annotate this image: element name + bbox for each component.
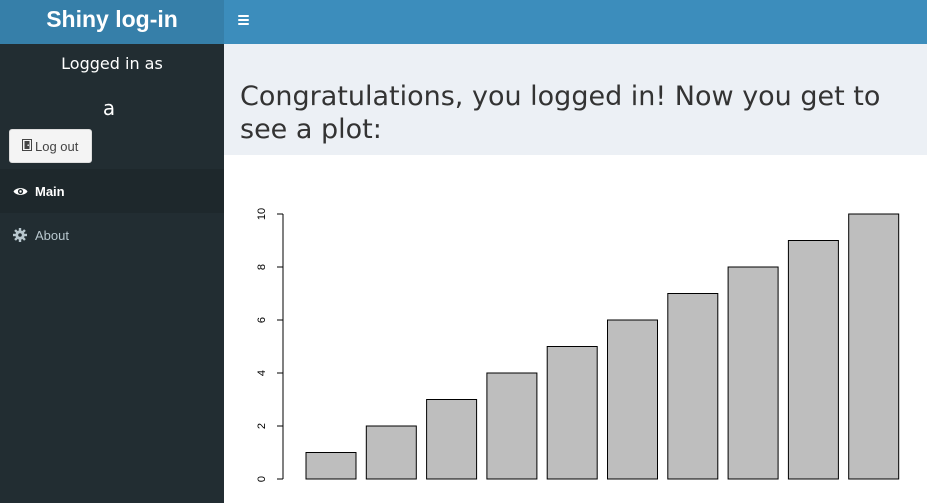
bar-1 bbox=[305, 452, 357, 480]
sidebar-item-label: Main bbox=[35, 183, 65, 199]
y-tick-label: 2 bbox=[256, 423, 268, 429]
bar-7 bbox=[667, 293, 719, 480]
gear-icon bbox=[12, 227, 28, 243]
sign-out-icon bbox=[22, 138, 32, 154]
logged-in-label: Logged in as bbox=[61, 54, 163, 73]
user-name: a bbox=[102, 96, 116, 120]
logout-label: Log out bbox=[35, 138, 79, 154]
app-title[interactable]: Shiny log-in bbox=[0, 0, 224, 44]
content-header: Congratulations, you logged in! Now you … bbox=[224, 44, 927, 155]
y-tick-label: 4 bbox=[256, 370, 268, 376]
bar-4 bbox=[486, 372, 538, 480]
logout-button[interactable]: Log out bbox=[9, 129, 92, 163]
sidebar-item-label: About bbox=[35, 227, 69, 243]
page-title: Congratulations, you logged in! Now you … bbox=[240, 81, 881, 145]
bar-chart: 0 2 4 6 8 10 bbox=[256, 208, 900, 482]
plot-area: 0 2 4 6 8 10 bbox=[224, 155, 927, 503]
y-tick-label: 8 bbox=[256, 264, 268, 270]
bar-8 bbox=[727, 266, 779, 480]
y-tick-label: 10 bbox=[256, 208, 268, 220]
bar-9 bbox=[787, 240, 839, 480]
top-navbar bbox=[224, 0, 927, 44]
bar-6 bbox=[607, 319, 658, 480]
bar-10 bbox=[848, 213, 900, 480]
y-tick-label: 6 bbox=[256, 317, 268, 323]
eye-icon bbox=[12, 183, 28, 199]
bar-2 bbox=[365, 425, 417, 480]
sidebar: Logged in as a Log out Main About bbox=[0, 44, 224, 503]
bar-3 bbox=[426, 399, 478, 480]
bar-5 bbox=[546, 346, 598, 480]
sidebar-item-main[interactable]: Main bbox=[0, 169, 224, 213]
hamburger-icon[interactable] bbox=[238, 8, 252, 32]
sidebar-item-about[interactable]: About bbox=[0, 213, 224, 257]
y-tick-label: 0 bbox=[256, 476, 268, 482]
